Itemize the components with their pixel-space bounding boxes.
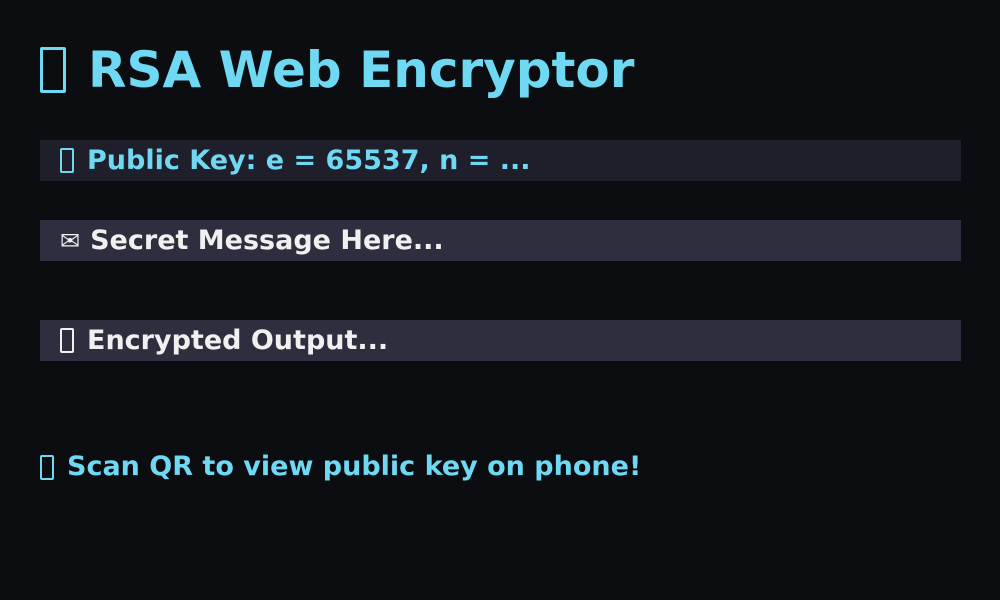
secret-message-placeholder: Secret Message Here...	[90, 225, 444, 256]
qr-instruction-text: Scan QR to view public key on phone!	[67, 451, 642, 482]
public-key-text: Public Key: e = 65537, n = ...	[87, 145, 531, 176]
page-title: RSA Web Encryptor	[40, 38, 634, 102]
phone-icon	[40, 454, 54, 480]
qr-instruction: Scan QR to view public key on phone!	[40, 450, 641, 484]
secret-message-input[interactable]: ✉ Secret Message Here...	[40, 220, 961, 261]
lock-icon	[40, 46, 66, 93]
envelope-icon: ✉	[60, 226, 81, 255]
page-title-text: RSA Web Encryptor	[88, 41, 635, 99]
encrypted-output-text: Encrypted Output...	[87, 325, 389, 356]
public-key-display: Public Key: e = 65537, n = ...	[40, 140, 961, 181]
encrypted-output-field[interactable]: Encrypted Output...	[40, 320, 961, 361]
lock-closed-icon	[60, 328, 74, 353]
key-icon	[60, 148, 74, 173]
rsa-encryptor-page: RSA Web Encryptor Public Key: e = 65537,…	[0, 0, 1000, 600]
